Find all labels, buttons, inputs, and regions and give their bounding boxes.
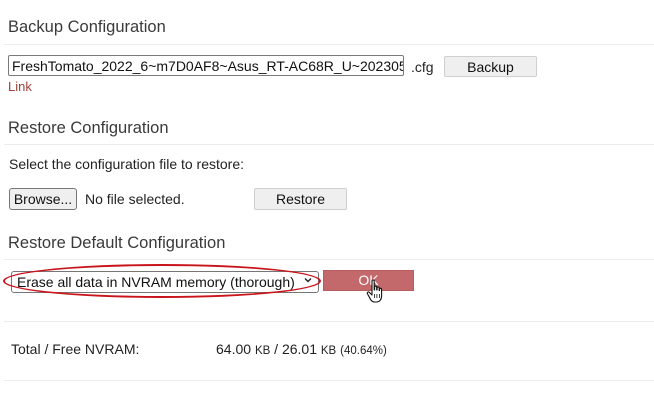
backup-link[interactable]: Link xyxy=(8,79,32,94)
backup-filename-field[interactable]: FreshTomato_2022_6~m7D0AF8~Asus_RT-AC68R… xyxy=(8,55,404,76)
browse-button[interactable]: Browse... xyxy=(9,188,77,210)
restore-default-section-title: Restore Default Configuration xyxy=(8,234,226,252)
backup-button[interactable]: Backup xyxy=(444,56,537,77)
file-status-label: No file selected. xyxy=(85,191,185,207)
nvram-total: 64.00 xyxy=(216,341,252,357)
nvram-separator: / xyxy=(274,341,279,357)
nvram-value: 64.00 KB / 26.01 KB (40.64%) xyxy=(216,341,387,357)
backup-section-title: Backup Configuration xyxy=(8,18,166,36)
backup-extension-label: .cfg xyxy=(411,59,434,75)
chevron-down-icon xyxy=(304,278,312,283)
restore-default-select[interactable]: Erase all data in NVRAM memory (thorough… xyxy=(11,271,319,293)
nvram-total-unit: KB xyxy=(254,345,271,357)
nvram-free: 26.01 xyxy=(281,341,317,357)
divider xyxy=(4,44,654,45)
restore-button[interactable]: Restore xyxy=(254,188,347,210)
divider xyxy=(4,144,654,145)
divider xyxy=(4,321,654,322)
restore-default-select-value: Erase all data in NVRAM memory (thorough… xyxy=(17,274,295,290)
nvram-free-unit: KB xyxy=(320,345,337,357)
hand-pointer-cursor-icon xyxy=(366,279,383,303)
nvram-free-percent: (40.64%) xyxy=(340,345,387,357)
divider xyxy=(4,380,654,381)
nvram-label: Total / Free NVRAM: xyxy=(11,341,140,357)
divider xyxy=(4,259,654,260)
restore-section-title: Restore Configuration xyxy=(8,119,169,137)
restore-instruction: Select the configuration file to restore… xyxy=(9,156,245,172)
